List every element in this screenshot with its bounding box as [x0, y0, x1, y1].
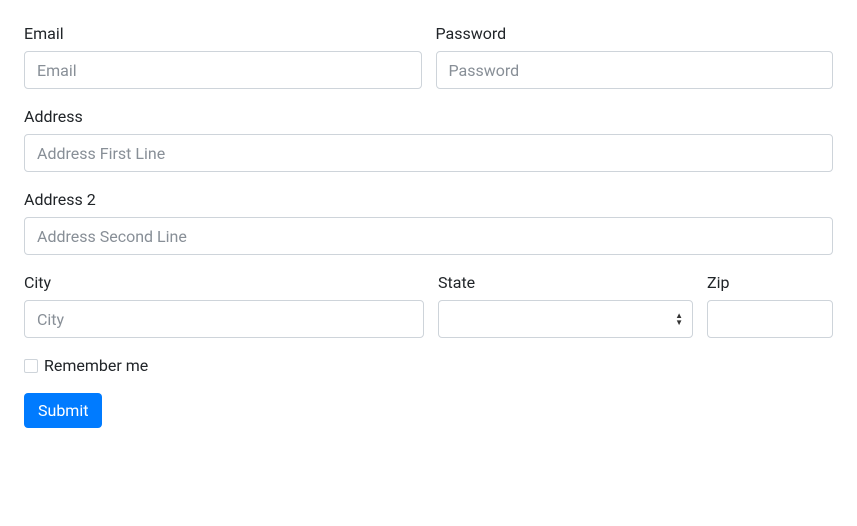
email-field[interactable] [24, 51, 422, 89]
city-label: City [24, 273, 424, 292]
city-field[interactable] [24, 300, 424, 338]
submit-button[interactable]: Submit [24, 393, 102, 428]
remember-label: Remember me [44, 356, 148, 375]
password-label: Password [436, 24, 834, 43]
zip-label: Zip [707, 273, 833, 292]
state-label: State [438, 273, 693, 292]
zip-field[interactable] [707, 300, 833, 338]
state-select[interactable] [438, 300, 693, 338]
address2-label: Address 2 [24, 190, 833, 209]
remember-checkbox[interactable] [24, 359, 38, 373]
email-label: Email [24, 24, 422, 43]
address-form: Email Password Address Address 2 City St… [24, 24, 833, 428]
address-field[interactable] [24, 134, 833, 172]
address2-field[interactable] [24, 217, 833, 255]
password-field[interactable] [436, 51, 834, 89]
address-label: Address [24, 107, 833, 126]
